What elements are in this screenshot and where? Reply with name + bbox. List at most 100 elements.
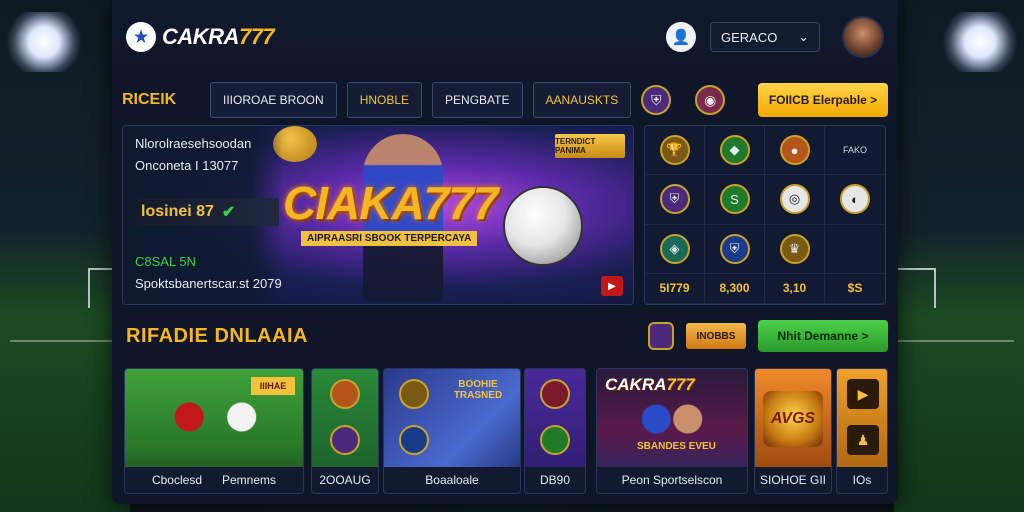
section-header: RIFADIE DNLAAIA INOBBS Nhit Demanne >	[126, 318, 888, 354]
section-button[interactable]: Nhit Demanne >	[758, 320, 888, 352]
card-label: Cboclesd Pemnems	[125, 467, 303, 493]
card-title: BOOHIE TRASNED	[453, 379, 503, 401]
grid-value: 3,10	[782, 281, 807, 296]
shield-icon	[648, 322, 674, 350]
card-subtitle: SBANDES EVEU	[637, 441, 716, 452]
game-cards: IIIHAE Cboclesd Pemnems 2OOAUG BOOHIE TR…	[124, 368, 888, 496]
team-crest-icon: ◈	[659, 233, 690, 264]
card-label: IOs	[837, 467, 887, 493]
grid-value: 5I779	[659, 281, 690, 296]
nav-item-2[interactable]: HNOBLE	[346, 82, 423, 118]
grid-cell[interactable]: ◐	[825, 175, 885, 225]
crest-icon[interactable]: ◉	[695, 85, 726, 115]
card-label-left: Cboclesd	[151, 473, 202, 487]
grid-cell[interactable]: S	[705, 175, 765, 225]
grid-cell[interactable]: ♛	[765, 224, 825, 274]
check-icon: ✔	[221, 204, 236, 221]
team-grid: 🏆 ◆ ● FAKO ⛨ S ◎ ◐ ◈ ⛨ ♛ 5I779 8,300 3,1…	[644, 125, 886, 305]
app-window: ★ CAKRA777 👤 GERACO ⌄ RICEIK IIIOROAE BR…	[112, 0, 898, 504]
team-crest-icon	[399, 425, 429, 455]
card-label: DB90	[525, 467, 585, 493]
card-label-right: Pemnems	[222, 473, 277, 487]
card-label: Peon Sportselscon	[597, 467, 747, 493]
video-play-icon[interactable]: ▶	[601, 276, 623, 296]
logo-number: 777	[238, 24, 275, 49]
grid-value-cell: 8,300	[705, 273, 765, 304]
section-tag[interactable]: INOBBS	[686, 323, 746, 349]
grid-value: 8,300	[719, 281, 750, 296]
shield-icon[interactable]: ⛨	[641, 85, 672, 115]
football-image	[503, 186, 583, 266]
game-card-sports[interactable]: CAKRA777 SBANDES EVEU Peon Sportselscon	[596, 368, 748, 494]
game-card-crest[interactable]: DB90	[524, 368, 586, 494]
grid-value: $S	[847, 281, 863, 296]
language-select[interactable]: GERACO ⌄	[710, 22, 820, 52]
grid-cell[interactable]: FAKO	[825, 126, 885, 176]
grid-cell[interactable]: ◎	[765, 175, 825, 225]
card-title-number: 777	[666, 375, 695, 394]
nav-item-4[interactable]: AANAUSKTS	[532, 82, 632, 118]
team-crest-icon	[399, 379, 429, 409]
team-crest-icon	[540, 425, 570, 455]
card-label: SIOHOE GII	[755, 467, 831, 493]
team-crest-icon: ◆	[719, 135, 750, 166]
card-title: CAKRA777	[605, 375, 695, 395]
players-image	[619, 399, 725, 439]
grid-cell[interactable]: ⛨	[645, 175, 705, 225]
game-card-football[interactable]: IIIHAE Cboclesd Pemnems	[124, 368, 304, 494]
star-ball-icon: ★	[126, 22, 156, 52]
goal-post	[892, 268, 936, 308]
grid-cell[interactable]: ●	[765, 126, 825, 176]
nav-item-1[interactable]: IIIOROAE BROON	[210, 82, 337, 118]
grid-cell[interactable]: 🏆	[645, 126, 705, 176]
hero-line-2: Onconeta I 13077	[135, 158, 239, 173]
main-nav: RICEIK IIIOROAE BROON HNOBLE PENGBATE AA…	[122, 78, 888, 122]
game-logo: AVGS	[763, 391, 823, 447]
section-actions: INOBBS Nhit Demanne >	[648, 320, 888, 352]
user-icon[interactable]: 👤	[666, 22, 696, 52]
team-crest-icon	[540, 379, 570, 409]
floodlight	[940, 12, 1020, 72]
top-right-controls: 👤 GERACO ⌄	[666, 16, 884, 58]
grid-value-cell: 3,10	[765, 273, 825, 304]
nav-brand[interactable]: RICEIK	[122, 91, 200, 109]
play-icon: ▶	[847, 379, 879, 409]
card-tag: IIIHAE	[251, 377, 295, 395]
avatar[interactable]	[842, 16, 884, 58]
promo-button[interactable]: FOIICB Elerpable >	[758, 83, 888, 117]
grid-cell[interactable]: ◆	[705, 126, 765, 176]
logo-word: CAKRA	[162, 24, 239, 49]
hero-line-1: Nlorolraesehsoodan	[135, 136, 252, 151]
grid-value-cell: $S	[825, 274, 885, 304]
grid-cell[interactable]: ⛨	[705, 224, 765, 274]
stadium-left-background	[0, 0, 132, 512]
hero-footer: Spoktsbanertscar.st 2079	[135, 276, 282, 291]
toggle-icon: ◐	[840, 184, 870, 215]
game-card-side[interactable]: ▶ ♟ IOs	[836, 368, 888, 494]
top-bar: ★ CAKRA777 👤 GERACO ⌄	[112, 0, 898, 74]
person-icon: ♟	[847, 425, 879, 455]
chevron-down-icon: ⌄	[798, 29, 809, 44]
grid-value-cell: 5I779	[645, 273, 705, 304]
language-value: GERACO	[721, 29, 778, 45]
stadium-right-background	[892, 0, 1024, 512]
nav-item-3[interactable]: PENGBATE	[432, 82, 523, 118]
team-crest-icon: ◎	[779, 184, 810, 215]
hero-banner[interactable]: Nlorolraesehsoodan Onconeta I 13077 losi…	[122, 125, 634, 305]
grid-label: FAKO	[842, 145, 867, 156]
team-crest-icon	[330, 379, 360, 409]
hero-tag: C8SAL 5N	[135, 254, 196, 269]
team-crest-icon: ♛	[779, 233, 810, 264]
site-logo[interactable]: ★ CAKRA777	[126, 22, 275, 52]
pitch-line	[894, 340, 1014, 342]
hero-bonus-text: losinei 87	[141, 203, 214, 220]
grid-cell[interactable]: ◈	[645, 224, 705, 274]
game-card-slots[interactable]: AVGS SIOHOE GII	[754, 368, 832, 494]
team-crest-icon: ⛨	[719, 233, 750, 264]
card-label: Boaaloale	[384, 467, 520, 493]
trophy-icon: 🏆	[659, 135, 690, 166]
team-crest-icon: ●	[779, 135, 810, 166]
team-crest-icon	[330, 425, 360, 455]
game-card-mascot[interactable]: BOOHIE TRASNED Boaaloale	[383, 368, 521, 494]
game-card-badges[interactable]: 2OOAUG	[311, 368, 379, 494]
